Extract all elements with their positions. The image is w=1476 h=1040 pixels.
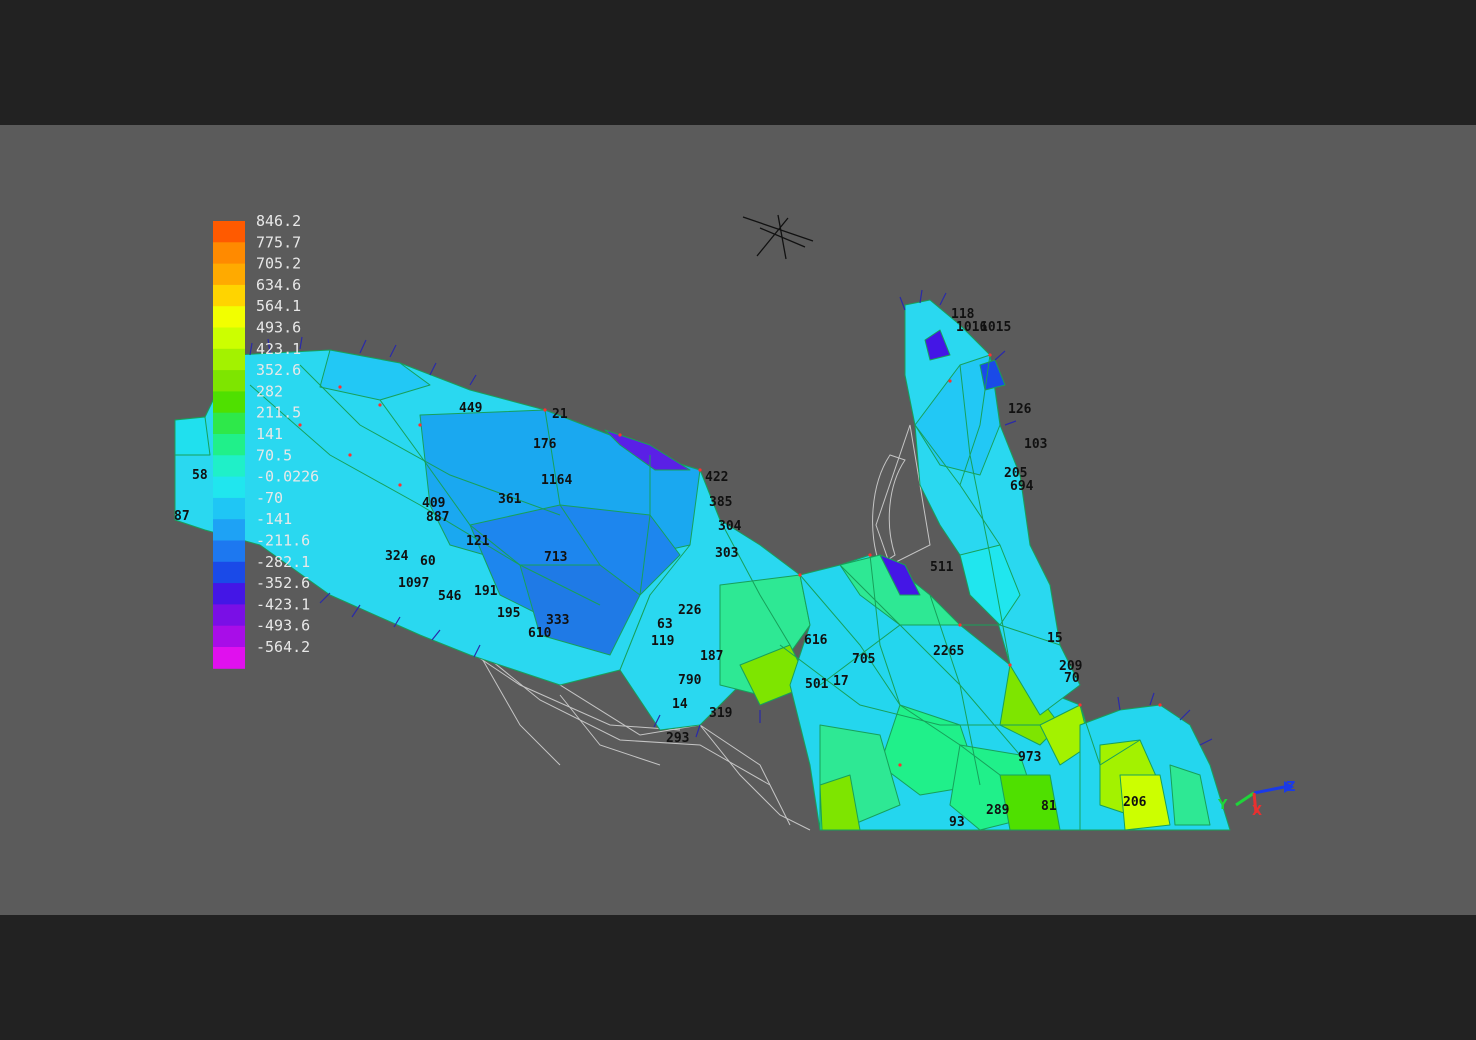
node-id-label: 1164 [541, 473, 572, 488]
node-id-label: 81 [1041, 799, 1057, 814]
legend-swatch [213, 242, 245, 265]
node-id-label: 126 [1008, 402, 1032, 417]
legend-value: 282 [256, 382, 283, 400]
node-id-label: 409 [422, 496, 445, 511]
node-id-label: 103 [1024, 437, 1047, 452]
axis-y-label: Y [1217, 798, 1228, 813]
3d-viewport[interactable]: 846.2 775.7 705.2 634.6 564.1 493.6 423.1 352.6… [0, 125, 1476, 915]
node-id-label: 226 [678, 603, 702, 618]
node-id-label: 293 [666, 731, 689, 746]
node-id-label: 319 [709, 706, 732, 721]
node-id-label: 63 [657, 617, 673, 632]
legend-swatch [213, 583, 245, 605]
axis-z-label: Z [1286, 780, 1295, 795]
node-id-label: 610 [528, 626, 552, 641]
node-id-label: 713 [544, 550, 567, 565]
node-id-label: 21 [552, 407, 568, 422]
node-id-label: 303 [715, 546, 738, 561]
node-id-label: 15 [1047, 631, 1063, 646]
node-id-label: 1015 [980, 320, 1011, 335]
legend-swatch [213, 519, 245, 541]
node-id-label: 119 [651, 634, 674, 649]
node-id-label: 60 [420, 554, 436, 569]
node-id-label: 195 [497, 606, 520, 621]
node-id-label: 616 [804, 633, 828, 648]
node-id-label: 501 [805, 677, 829, 692]
node-id-label: 176 [533, 437, 557, 452]
legend-swatch [213, 306, 245, 328]
legend-swatch [213, 497, 245, 520]
legend-swatch [213, 625, 245, 648]
node-id-label: 58 [192, 468, 208, 483]
legend-value: -282.1 [256, 553, 310, 571]
axis-x-label: X [1252, 804, 1262, 819]
legend-value: 352.6 [256, 361, 301, 379]
legend-swatch [213, 221, 245, 243]
node-id-label: 385 [709, 495, 732, 510]
legend-swatch [213, 284, 245, 307]
legend-swatch [213, 455, 245, 478]
node-id-label: 2265 [933, 644, 964, 659]
legend-swatch [213, 604, 245, 627]
legend-value: -141 [256, 510, 292, 528]
legend-swatch [213, 540, 245, 563]
node-id-label: 304 [718, 519, 742, 534]
legend-value: 493.6 [256, 319, 301, 337]
legend-swatch [213, 412, 245, 435]
node-id-label: 191 [474, 584, 498, 599]
node-id-label: 87 [174, 509, 190, 524]
legend-value: 70.5 [256, 446, 292, 464]
legend-value: -352.6 [256, 574, 310, 592]
legend-value: 775.7 [256, 233, 301, 251]
node-id-label: 694 [1010, 479, 1034, 494]
legend-value: -493.6 [256, 617, 310, 635]
pick-cursor-icon[interactable] [742, 214, 814, 260]
legend-value: -70 [256, 489, 283, 507]
node-id-label: 121 [466, 534, 490, 549]
legend-value: -423.1 [256, 595, 310, 613]
node-id-label: 422 [705, 470, 728, 485]
node-id-label: 449 [459, 401, 482, 416]
legend-value: 141 [256, 425, 283, 443]
node-id-label: 705 [852, 652, 875, 667]
legend-value: 211.5 [256, 404, 301, 422]
legend-swatch [213, 348, 245, 371]
node-id-label: 17 [833, 674, 849, 689]
node-id-label: 887 [426, 510, 449, 525]
legend-swatch [213, 561, 245, 584]
legend-swatch [213, 434, 245, 456]
legend-value: -0.0226 [256, 468, 319, 486]
fem-mesh-view[interactable]: 846.2 775.7 705.2 634.6 564.1 493.6 423.1 352.6… [0, 125, 1476, 915]
legend-swatch [213, 391, 245, 414]
node-id-label: 14 [672, 697, 688, 712]
legend-value: 564.1 [256, 297, 301, 315]
legend-value: 846.2 [256, 212, 301, 230]
node-id-label: 93 [949, 815, 965, 830]
legend-value: 634.6 [256, 276, 301, 294]
legend-value: 705.2 [256, 255, 301, 273]
axes-triad: Z Y X [1217, 780, 1295, 819]
node-id-label: 546 [438, 589, 462, 604]
node-id-label: 511 [930, 560, 954, 575]
legend-swatch [213, 263, 245, 286]
legend-swatch [213, 476, 245, 499]
legend-swatch [213, 370, 245, 392]
node-id-label: 206 [1123, 795, 1147, 810]
legend-value: 423.1 [256, 340, 301, 358]
node-id-label: 324 [385, 549, 409, 564]
legend-value: -564.2 [256, 638, 310, 656]
legend-swatch [213, 327, 245, 350]
node-id-label: 187 [700, 649, 723, 664]
node-id-label: 1097 [398, 576, 429, 591]
node-id-label: 70 [1064, 671, 1080, 686]
node-id-label: 973 [1018, 750, 1041, 765]
node-id-label: 361 [498, 492, 522, 507]
node-id-label: 289 [986, 803, 1009, 818]
legend-value: -211.6 [256, 532, 310, 550]
node-id-label: 790 [678, 673, 702, 688]
mesh-surface [174, 299, 1231, 831]
legend-swatch [213, 647, 245, 669]
